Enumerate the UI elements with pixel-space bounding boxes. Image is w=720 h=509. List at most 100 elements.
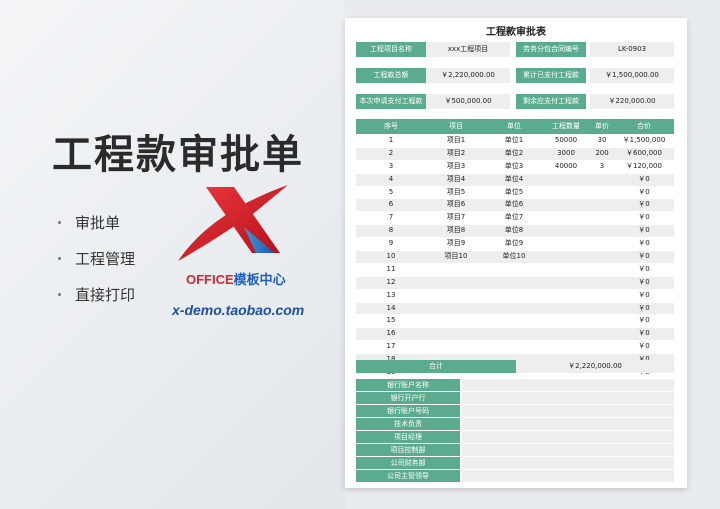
- table-cell-seq[interactable]: 1: [356, 135, 426, 147]
- table-cell-item[interactable]: 项目3: [426, 161, 486, 173]
- table-cell-item[interactable]: [426, 303, 486, 315]
- table-cell-price[interactable]: [590, 290, 614, 302]
- table-cell-total[interactable]: ￥0: [614, 199, 674, 211]
- table-cell-qty[interactable]: 3000: [542, 148, 590, 160]
- table-cell-price[interactable]: [590, 238, 614, 250]
- info-value[interactable]: xxx工程项目: [426, 42, 510, 57]
- table-cell-price[interactable]: [590, 199, 614, 211]
- table-cell-qty[interactable]: [542, 341, 590, 353]
- table-cell-total[interactable]: ￥120,000: [614, 161, 674, 173]
- table-cell-item[interactable]: 项目10: [426, 251, 486, 263]
- table-cell-item[interactable]: [426, 328, 486, 340]
- signature-field[interactable]: [462, 470, 674, 482]
- table-cell-item[interactable]: 项目6: [426, 199, 486, 211]
- table-cell-unit[interactable]: 单位7: [486, 212, 542, 224]
- table-cell-price[interactable]: [590, 251, 614, 263]
- site-url[interactable]: x-demo.taobao.com: [172, 302, 304, 318]
- table-cell-price[interactable]: [590, 264, 614, 276]
- table-cell-unit[interactable]: 单位2: [486, 148, 542, 160]
- table-cell-unit[interactable]: 单位8: [486, 225, 542, 237]
- table-cell-qty[interactable]: [542, 251, 590, 263]
- table-cell-qty[interactable]: [542, 277, 590, 289]
- info-value[interactable]: ￥500,000.00: [426, 94, 510, 109]
- table-cell-qty[interactable]: [542, 212, 590, 224]
- signature-field[interactable]: [462, 392, 674, 404]
- table-cell-total[interactable]: ￥0: [614, 238, 674, 250]
- table-cell-seq[interactable]: 17: [356, 341, 426, 353]
- table-cell-unit[interactable]: [486, 315, 542, 327]
- table-cell-qty[interactable]: 40000: [542, 161, 590, 173]
- table-cell-total[interactable]: ￥0: [614, 315, 674, 327]
- signature-field[interactable]: [462, 457, 674, 469]
- table-cell-item[interactable]: [426, 277, 486, 289]
- table-cell-price[interactable]: [590, 174, 614, 186]
- signature-field[interactable]: [462, 379, 674, 391]
- table-cell-seq[interactable]: 15: [356, 315, 426, 327]
- table-cell-seq[interactable]: 6: [356, 199, 426, 211]
- table-cell-seq[interactable]: 10: [356, 251, 426, 263]
- table-cell-unit[interactable]: 单位6: [486, 199, 542, 211]
- table-cell-item[interactable]: 项目4: [426, 174, 486, 186]
- table-cell-qty[interactable]: [542, 238, 590, 250]
- table-cell-total[interactable]: ￥0: [614, 225, 674, 237]
- table-cell-total[interactable]: ￥1,500,000: [614, 135, 674, 147]
- table-cell-qty[interactable]: [542, 199, 590, 211]
- table-cell-total[interactable]: ￥0: [614, 174, 674, 186]
- table-cell-seq[interactable]: 14: [356, 303, 426, 315]
- table-cell-seq[interactable]: 2: [356, 148, 426, 160]
- table-cell-price[interactable]: 30: [590, 135, 614, 147]
- table-cell-unit[interactable]: 单位9: [486, 238, 542, 250]
- table-cell-seq[interactable]: 16: [356, 328, 426, 340]
- table-cell-unit[interactable]: [486, 290, 542, 302]
- table-cell-qty[interactable]: [542, 303, 590, 315]
- info-value[interactable]: ￥1,500,000.00: [590, 68, 674, 83]
- table-cell-item[interactable]: 项目9: [426, 238, 486, 250]
- table-cell-seq[interactable]: 5: [356, 187, 426, 199]
- table-cell-price[interactable]: [590, 225, 614, 237]
- table-cell-total[interactable]: ￥600,000: [614, 148, 674, 160]
- table-cell-item[interactable]: 项目7: [426, 212, 486, 224]
- table-cell-price[interactable]: [590, 277, 614, 289]
- signature-field[interactable]: [462, 431, 674, 443]
- table-cell-total[interactable]: ￥0: [614, 303, 674, 315]
- table-cell-item[interactable]: 项目2: [426, 148, 486, 160]
- table-cell-unit[interactable]: [486, 277, 542, 289]
- table-cell-item[interactable]: 项目5: [426, 187, 486, 199]
- table-cell-seq[interactable]: 9: [356, 238, 426, 250]
- signature-field[interactable]: [462, 444, 674, 456]
- table-cell-price[interactable]: [590, 212, 614, 224]
- table-cell-qty[interactable]: [542, 264, 590, 276]
- table-cell-unit[interactable]: 单位4: [486, 174, 542, 186]
- table-cell-unit[interactable]: 单位10: [486, 251, 542, 263]
- table-cell-unit[interactable]: 单位1: [486, 135, 542, 147]
- table-cell-price[interactable]: 3: [590, 161, 614, 173]
- signature-field[interactable]: [462, 405, 674, 417]
- table-cell-total[interactable]: ￥0: [614, 328, 674, 340]
- table-cell-total[interactable]: ￥0: [614, 264, 674, 276]
- table-cell-price[interactable]: [590, 187, 614, 199]
- table-cell-qty[interactable]: [542, 174, 590, 186]
- table-cell-unit[interactable]: [486, 303, 542, 315]
- table-cell-total[interactable]: ￥0: [614, 212, 674, 224]
- table-cell-seq[interactable]: 12: [356, 277, 426, 289]
- info-value[interactable]: ￥220,000.00: [590, 94, 674, 109]
- table-cell-total[interactable]: ￥0: [614, 341, 674, 353]
- table-cell-price[interactable]: [590, 328, 614, 340]
- table-cell-total[interactable]: ￥0: [614, 290, 674, 302]
- table-cell-total[interactable]: ￥0: [614, 251, 674, 263]
- table-cell-item[interactable]: [426, 315, 486, 327]
- table-cell-qty[interactable]: [542, 187, 590, 199]
- table-cell-price[interactable]: 200: [590, 148, 614, 160]
- signature-field[interactable]: [462, 418, 674, 430]
- table-cell-unit[interactable]: 单位5: [486, 187, 542, 199]
- table-cell-price[interactable]: [590, 303, 614, 315]
- table-cell-total[interactable]: ￥0: [614, 277, 674, 289]
- table-cell-unit[interactable]: [486, 328, 542, 340]
- table-cell-seq[interactable]: 11: [356, 264, 426, 276]
- table-cell-seq[interactable]: 3: [356, 161, 426, 173]
- total-value[interactable]: ￥2,220,000.00: [516, 360, 674, 373]
- table-cell-qty[interactable]: [542, 328, 590, 340]
- table-cell-price[interactable]: [590, 315, 614, 327]
- table-cell-item[interactable]: [426, 264, 486, 276]
- table-cell-item[interactable]: [426, 290, 486, 302]
